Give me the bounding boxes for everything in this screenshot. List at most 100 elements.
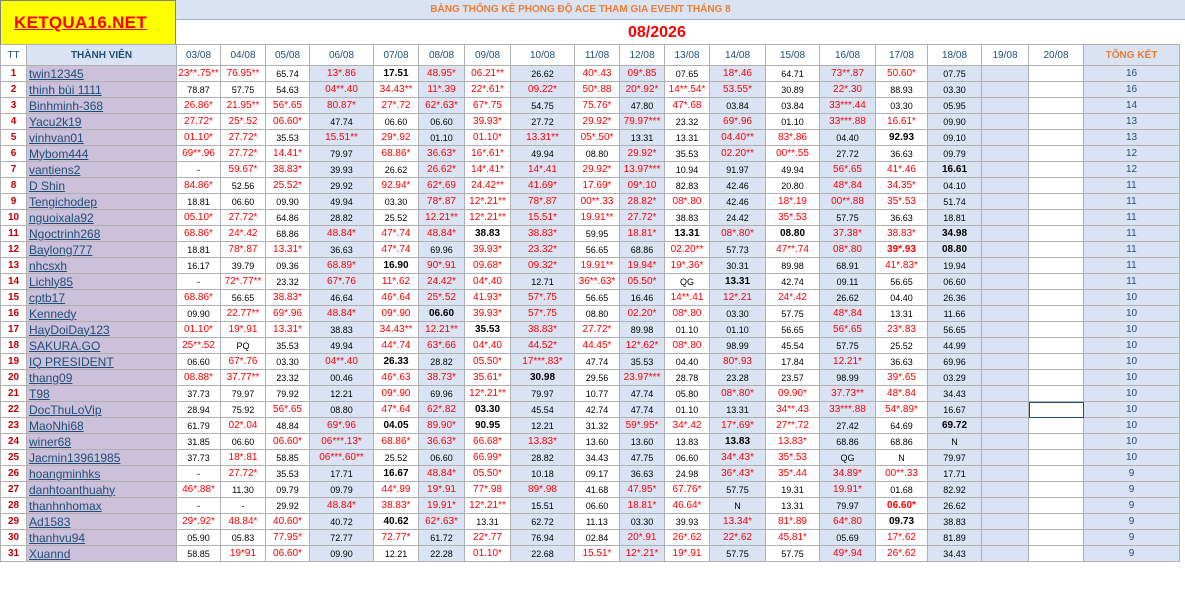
score-cell[interactable]: - bbox=[176, 497, 221, 514]
score-cell[interactable]: 98.99 bbox=[819, 369, 876, 386]
score-cell[interactable]: 18.81 bbox=[927, 209, 982, 226]
row-number[interactable]: 14 bbox=[0, 273, 27, 290]
score-cell[interactable]: 09.22* bbox=[510, 81, 575, 98]
score-cell[interactable]: 48.84* bbox=[418, 225, 465, 242]
score-cell[interactable] bbox=[1028, 209, 1084, 226]
score-cell[interactable]: 40.62 bbox=[373, 513, 419, 530]
score-cell[interactable]: 34.98 bbox=[927, 225, 982, 242]
total-cell[interactable]: 10 bbox=[1083, 369, 1180, 386]
member-name-link[interactable]: thinh bùi 1111 bbox=[26, 81, 177, 98]
score-cell[interactable]: 46*.63 bbox=[373, 369, 419, 386]
score-cell[interactable]: 09*.90 bbox=[373, 305, 419, 322]
score-cell[interactable]: 48.84* bbox=[220, 513, 266, 530]
score-cell[interactable]: 80.87* bbox=[309, 97, 374, 114]
total-cell[interactable]: 10 bbox=[1083, 385, 1180, 402]
score-cell[interactable]: 06.60 bbox=[927, 273, 982, 290]
score-cell[interactable]: 09.79 bbox=[265, 481, 310, 498]
score-cell[interactable]: 13.31 bbox=[765, 497, 820, 514]
score-cell[interactable] bbox=[1028, 97, 1084, 114]
score-cell[interactable]: 19*.91 bbox=[664, 545, 710, 562]
score-cell[interactable]: 15.51* bbox=[510, 209, 575, 226]
score-cell[interactable]: 78.87 bbox=[176, 81, 221, 98]
score-cell[interactable]: 67*.76 bbox=[309, 273, 374, 290]
score-cell[interactable]: 50*.88 bbox=[574, 81, 620, 98]
score-cell[interactable]: 01.10 bbox=[664, 401, 710, 418]
score-cell[interactable]: 68.86 bbox=[875, 433, 928, 450]
row-number[interactable]: 10 bbox=[0, 209, 27, 226]
score-cell[interactable]: 28.82* bbox=[619, 193, 665, 210]
score-cell[interactable]: 16.17 bbox=[176, 257, 221, 274]
score-cell[interactable]: 83*.86 bbox=[765, 129, 820, 146]
score-cell[interactable]: 48*.84 bbox=[819, 305, 876, 322]
score-cell[interactable]: 28.94 bbox=[176, 401, 221, 418]
score-cell[interactable]: 07.65 bbox=[664, 65, 710, 82]
score-cell[interactable]: 09.36 bbox=[265, 257, 310, 274]
score-cell[interactable]: 78*.87 bbox=[418, 193, 465, 210]
score-cell[interactable]: 57*.75 bbox=[510, 305, 575, 322]
score-cell[interactable] bbox=[981, 369, 1029, 386]
score-cell[interactable]: 69.72 bbox=[927, 417, 982, 434]
col-header-date[interactable]: 07/08 bbox=[373, 44, 419, 66]
score-cell[interactable]: 38.73* bbox=[418, 369, 465, 386]
member-name-link[interactable]: Lichly85 bbox=[26, 273, 177, 290]
member-name-link[interactable]: HayDoiDay123 bbox=[26, 321, 177, 338]
score-cell[interactable]: 38.83 bbox=[309, 321, 374, 338]
score-cell[interactable]: 72.77* bbox=[373, 529, 419, 546]
score-cell[interactable]: 35.53 bbox=[265, 465, 310, 482]
score-cell[interactable]: - bbox=[176, 161, 221, 178]
score-cell[interactable]: N bbox=[875, 449, 928, 466]
score-cell[interactable]: 15.51 bbox=[510, 497, 575, 514]
score-cell[interactable]: 57*.75 bbox=[510, 289, 575, 306]
score-cell[interactable]: 27.72* bbox=[176, 113, 221, 130]
total-cell[interactable]: 10 bbox=[1083, 337, 1180, 354]
score-cell[interactable]: 34*.43* bbox=[709, 449, 766, 466]
score-cell[interactable]: 57.75 bbox=[220, 81, 266, 98]
score-cell[interactable] bbox=[1028, 129, 1084, 146]
score-cell[interactable]: 53.55* bbox=[709, 81, 766, 98]
score-cell[interactable]: 68.86 bbox=[819, 433, 876, 450]
score-cell[interactable]: 31.32 bbox=[574, 417, 620, 434]
score-cell[interactable]: 12.21* bbox=[819, 353, 876, 370]
score-cell[interactable]: 08.80 bbox=[309, 401, 374, 418]
score-cell[interactable] bbox=[981, 337, 1029, 354]
score-cell[interactable]: 17.71 bbox=[309, 465, 374, 482]
score-cell[interactable]: 18.81* bbox=[619, 225, 665, 242]
score-cell[interactable]: 12*.21 bbox=[709, 289, 766, 306]
score-cell[interactable]: 13*.86 bbox=[309, 65, 374, 82]
score-cell[interactable]: 44.52* bbox=[510, 337, 575, 354]
score-cell[interactable]: 34.43** bbox=[373, 321, 419, 338]
total-cell[interactable]: 9 bbox=[1083, 481, 1180, 498]
col-header-date[interactable]: 14/08 bbox=[709, 44, 766, 66]
score-cell[interactable]: 36.63 bbox=[875, 209, 928, 226]
score-cell[interactable]: 37.73** bbox=[819, 385, 876, 402]
score-cell[interactable] bbox=[1028, 161, 1084, 178]
col-header-tt[interactable]: TT bbox=[0, 44, 27, 66]
score-cell[interactable]: 28.82 bbox=[418, 353, 465, 370]
score-cell[interactable] bbox=[1028, 337, 1084, 354]
score-cell[interactable]: 35.53 bbox=[619, 353, 665, 370]
row-number[interactable]: 24 bbox=[0, 433, 27, 450]
score-cell[interactable]: 27.72* bbox=[220, 465, 266, 482]
score-cell[interactable]: 52.56 bbox=[220, 177, 266, 194]
score-cell[interactable]: 25.52* bbox=[265, 177, 310, 194]
score-cell[interactable]: 78*.87 bbox=[510, 193, 575, 210]
score-cell[interactable] bbox=[981, 481, 1029, 498]
score-cell[interactable]: 36.63 bbox=[875, 353, 928, 370]
score-cell[interactable]: 17*.69* bbox=[709, 417, 766, 434]
score-cell[interactable]: 11.30 bbox=[220, 481, 266, 498]
score-cell[interactable]: 09.10 bbox=[927, 129, 982, 146]
score-cell[interactable]: 08*.80 bbox=[664, 305, 710, 322]
score-cell[interactable]: 49.94 bbox=[765, 161, 820, 178]
score-cell[interactable]: 29.56 bbox=[574, 369, 620, 386]
score-cell[interactable]: 03.30 bbox=[464, 401, 511, 418]
score-cell[interactable]: 47.74 bbox=[619, 401, 665, 418]
score-cell[interactable]: 23*.83 bbox=[875, 321, 928, 338]
score-cell[interactable]: 04.40 bbox=[819, 129, 876, 146]
score-cell[interactable]: 36**.63* bbox=[574, 273, 620, 290]
member-name-link[interactable]: winer68 bbox=[26, 433, 177, 450]
score-cell[interactable]: 56.65 bbox=[574, 289, 620, 306]
score-cell[interactable]: 36.63* bbox=[418, 145, 465, 162]
score-cell[interactable] bbox=[1028, 225, 1084, 242]
score-cell[interactable] bbox=[1028, 65, 1084, 82]
score-cell[interactable]: 23.32* bbox=[510, 241, 575, 258]
